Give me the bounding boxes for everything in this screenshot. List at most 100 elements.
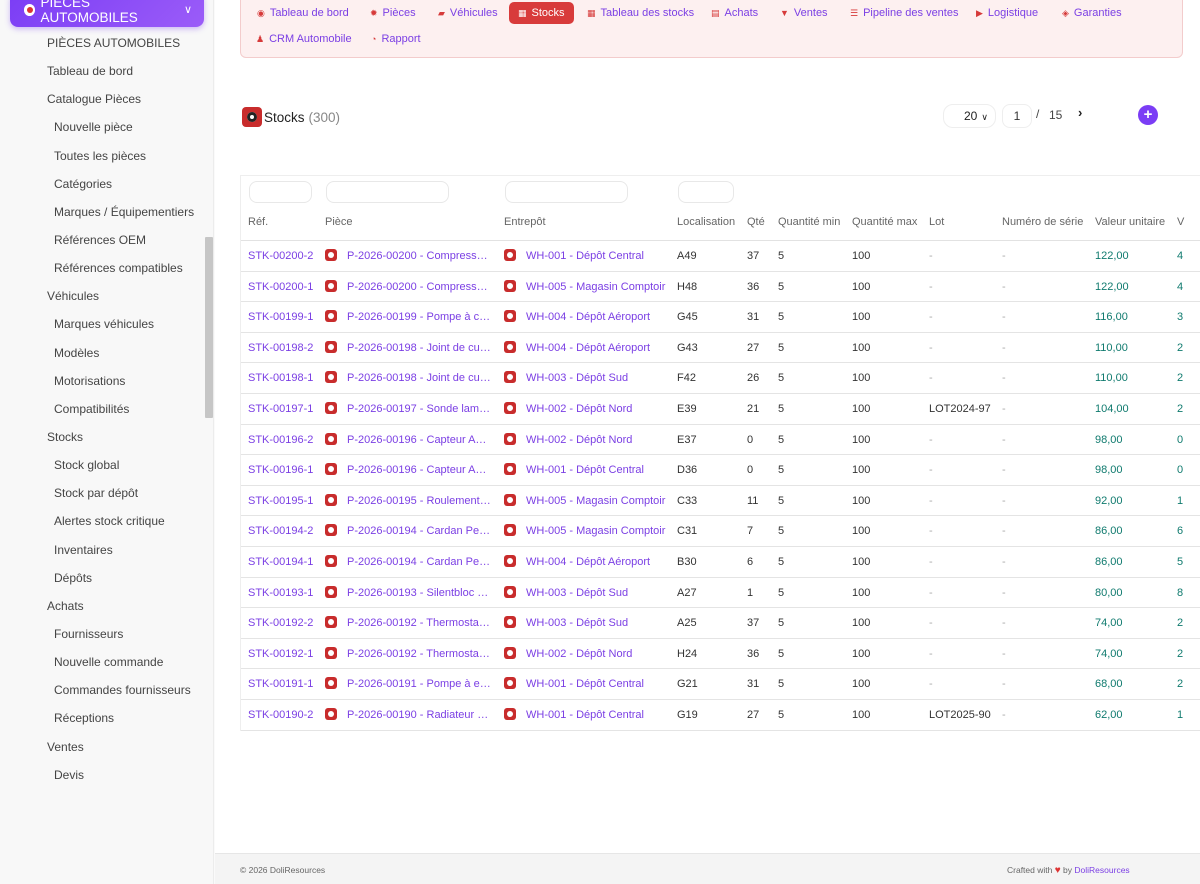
cell-ref[interactable]: STK-00198-2 bbox=[248, 333, 320, 363]
cell-ref[interactable]: STK-00194-2 bbox=[248, 516, 320, 546]
sidebar-item[interactable]: Réceptions bbox=[0, 704, 204, 732]
table-row[interactable]: STK-00197-1 P-2026-00197 - Sonde lam… WH-0… bbox=[241, 394, 1200, 425]
cell-ref[interactable]: STK-00200-2 bbox=[248, 241, 320, 271]
cell-piece[interactable]: P-2026-00194 - Cardan Pe… bbox=[325, 547, 495, 577]
cell-ref[interactable]: STK-00198-1 bbox=[248, 363, 320, 393]
nav-tab[interactable]: ☰ Pipeline des ventes bbox=[850, 2, 958, 24]
cell-ref[interactable]: STK-00199-1 bbox=[248, 302, 320, 332]
column-header[interactable]: Localisation bbox=[677, 216, 735, 228]
sidebar-item[interactable]: Fournisseurs bbox=[0, 620, 204, 648]
nav-tab[interactable]: ◉ Tableau de bord bbox=[257, 2, 349, 24]
sidebar-item[interactable]: Marques véhicules bbox=[0, 310, 204, 338]
column-header[interactable]: Entrepôt bbox=[504, 216, 546, 228]
sidebar-item[interactable]: Références OEM bbox=[0, 226, 204, 254]
cell-entrepot[interactable]: WH-003 - Dépôt Sud bbox=[504, 363, 677, 393]
cell-piece[interactable]: P-2026-00198 - Joint de cu… bbox=[325, 363, 495, 393]
sidebar-item[interactable]: Stocks bbox=[0, 423, 204, 451]
cell-ref[interactable]: STK-00193-1 bbox=[248, 578, 320, 608]
column-header[interactable]: V bbox=[1177, 216, 1184, 228]
table-row[interactable]: STK-00194-2 P-2026-00194 - Cardan Pe… WH-0… bbox=[241, 516, 1200, 547]
table-row[interactable]: STK-00200-1 P-2026-00200 - Compress… WH-00… bbox=[241, 272, 1200, 303]
cell-piece[interactable]: P-2026-00190 - Radiateur … bbox=[325, 700, 495, 730]
sidebar-item[interactable]: Marques / Équipementiers bbox=[0, 198, 204, 226]
sidebar-item[interactable]: Modèles bbox=[0, 339, 204, 367]
table-row[interactable]: STK-00198-2 P-2026-00198 - Joint de cu… WH… bbox=[241, 333, 1200, 364]
sidebar-item[interactable]: Inventaires bbox=[0, 536, 204, 564]
cell-entrepot[interactable]: WH-002 - Dépôt Nord bbox=[504, 425, 677, 455]
cell-ref[interactable]: STK-00192-1 bbox=[248, 639, 320, 669]
table-row[interactable]: STK-00190-2 P-2026-00190 - Radiateur … WH-… bbox=[241, 700, 1200, 731]
table-row[interactable]: STK-00192-2 P-2026-00192 - Thermosta… WH-0… bbox=[241, 608, 1200, 639]
cell-ref[interactable]: STK-00190-2 bbox=[248, 700, 320, 730]
cell-entrepot[interactable]: WH-005 - Magasin Comptoir bbox=[504, 486, 677, 516]
sidebar-item[interactable]: Alertes stock critique bbox=[0, 507, 204, 535]
sidebar-item[interactable]: Commandes fournisseurs bbox=[0, 676, 204, 704]
sidebar-item[interactable]: Stock global bbox=[0, 451, 204, 479]
cell-piece[interactable]: P-2026-00196 - Capteur A… bbox=[325, 425, 495, 455]
sidebar-item[interactable]: Nouvelle pièce bbox=[0, 113, 204, 141]
cell-piece[interactable]: P-2026-00198 - Joint de cu… bbox=[325, 333, 495, 363]
cell-entrepot[interactable]: WH-003 - Dépôt Sud bbox=[504, 578, 677, 608]
cell-piece[interactable]: P-2026-00199 - Pompe à c… bbox=[325, 302, 495, 332]
add-stock-button[interactable]: + bbox=[1115, 92, 1181, 138]
module-selector-button[interactable]: PIÈCES AUTOMOBILES ∨ bbox=[10, 0, 204, 27]
cell-ref[interactable]: STK-00196-1 bbox=[248, 455, 320, 485]
nav-tab[interactable]: ◈ Garanties bbox=[1062, 2, 1122, 24]
filter-piece-input[interactable] bbox=[326, 181, 449, 203]
cell-ref[interactable]: STK-00196-2 bbox=[248, 425, 320, 455]
table-row[interactable]: STK-00198-1 P-2026-00198 - Joint de cu… WH… bbox=[241, 363, 1200, 394]
sidebar-item[interactable]: Ventes bbox=[0, 733, 204, 761]
cell-entrepot[interactable]: WH-001 - Dépôt Central bbox=[504, 700, 677, 730]
sidebar-item[interactable]: Références compatibles bbox=[0, 254, 204, 282]
table-row[interactable]: STK-00196-1 P-2026-00196 - Capteur A… WH-0… bbox=[241, 455, 1200, 486]
cell-piece[interactable]: P-2026-00192 - Thermosta… bbox=[325, 639, 495, 669]
sidebar-item[interactable]: Achats bbox=[0, 592, 204, 620]
cell-entrepot[interactable]: WH-001 - Dépôt Central bbox=[504, 669, 677, 699]
page-input[interactable]: 1 bbox=[1002, 104, 1032, 128]
nav-tab[interactable]: ▤ Achats bbox=[711, 2, 758, 24]
cell-entrepot[interactable]: WH-004 - Dépôt Aéroport bbox=[504, 547, 677, 577]
filter-ref-input[interactable] bbox=[249, 181, 312, 203]
cell-piece[interactable]: P-2026-00191 - Pompe à e… bbox=[325, 669, 495, 699]
nav-tab[interactable]: ▼ Ventes bbox=[780, 2, 828, 24]
nav-tab[interactable]: ▰ Véhicules bbox=[438, 2, 498, 24]
filter-entrepot-input[interactable] bbox=[505, 181, 628, 203]
cell-ref[interactable]: STK-00200-1 bbox=[248, 272, 320, 302]
cell-entrepot[interactable]: WH-001 - Dépôt Central bbox=[504, 455, 677, 485]
nav-tab[interactable]: ▦ Tableau des stocks bbox=[587, 2, 694, 24]
sidebar-item[interactable]: Motorisations bbox=[0, 367, 204, 395]
nav-tab[interactable]: ♟ CRM Automobile bbox=[256, 28, 352, 50]
cell-entrepot[interactable]: WH-002 - Dépôt Nord bbox=[504, 394, 677, 424]
sidebar-item[interactable]: Catégories bbox=[0, 170, 204, 198]
table-row[interactable]: STK-00195-1 P-2026-00195 - Roulement… WH-0… bbox=[241, 486, 1200, 517]
cell-entrepot[interactable]: WH-002 - Dépôt Nord bbox=[504, 639, 677, 669]
sidebar-item[interactable]: Stock par dépôt bbox=[0, 479, 204, 507]
cell-entrepot[interactable]: WH-003 - Dépôt Sud bbox=[504, 608, 677, 638]
cell-piece[interactable]: P-2026-00193 - Silentbloc … bbox=[325, 578, 495, 608]
cell-entrepot[interactable]: WH-004 - Dépôt Aéroport bbox=[504, 333, 677, 363]
cell-piece[interactable]: P-2026-00197 - Sonde lam… bbox=[325, 394, 495, 424]
cell-ref[interactable]: STK-00195-1 bbox=[248, 486, 320, 516]
cell-entrepot[interactable]: WH-005 - Magasin Comptoir bbox=[504, 516, 677, 546]
column-header[interactable]: Qté bbox=[747, 216, 765, 228]
cell-ref[interactable]: STK-00194-1 bbox=[248, 547, 320, 577]
sidebar-item[interactable]: Véhicules bbox=[0, 282, 204, 310]
cell-piece[interactable]: P-2026-00195 - Roulement… bbox=[325, 486, 495, 516]
per-page-select[interactable]: 20 ∨ bbox=[943, 104, 996, 128]
cell-ref[interactable]: STK-00197-1 bbox=[248, 394, 320, 424]
column-header[interactable]: Numéro de série bbox=[1002, 216, 1083, 228]
table-row[interactable]: STK-00193-1 P-2026-00193 - Silentbloc … WH… bbox=[241, 578, 1200, 609]
nav-tab[interactable]: ◔ Rapport bbox=[371, 28, 421, 50]
sidebar-item[interactable]: Dépôts bbox=[0, 564, 204, 592]
sidebar-item[interactable]: Nouvelle commande bbox=[0, 648, 204, 676]
table-row[interactable]: STK-00194-1 P-2026-00194 - Cardan Pe… WH-0… bbox=[241, 547, 1200, 578]
nav-tab[interactable]: ▦ Stocks bbox=[509, 2, 574, 24]
sidebar-item[interactable]: Devis bbox=[0, 761, 204, 789]
sidebar-item[interactable]: PIÈCES AUTOMOBILES bbox=[0, 29, 204, 57]
column-header[interactable]: Quantité max bbox=[852, 216, 917, 228]
sidebar-item[interactable]: Compatibilités bbox=[0, 395, 204, 423]
column-header[interactable]: Lot bbox=[929, 216, 944, 228]
cell-entrepot[interactable]: WH-005 - Magasin Comptoir bbox=[504, 272, 677, 302]
footer-brand-link[interactable]: DoliResources bbox=[1074, 865, 1129, 875]
filter-localisation-input[interactable] bbox=[678, 181, 734, 203]
